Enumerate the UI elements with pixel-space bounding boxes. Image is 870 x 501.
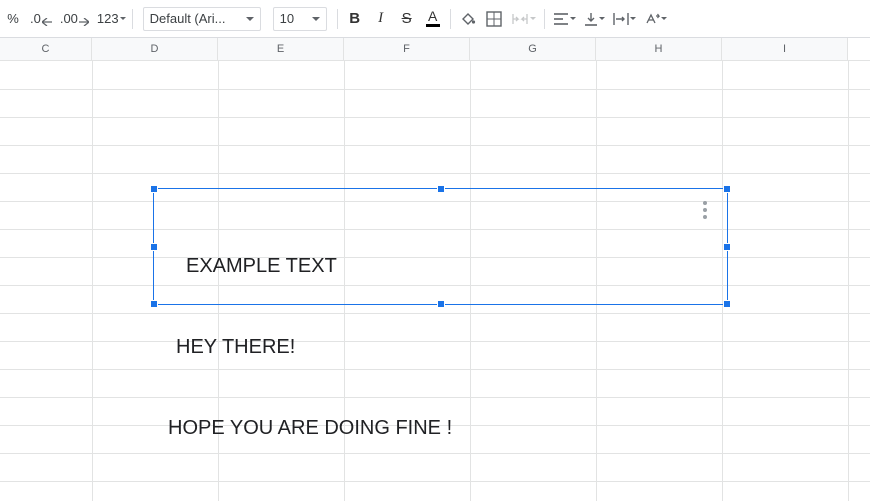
column-header-cell[interactable]: D bbox=[92, 38, 218, 60]
resize-handle-e[interactable] bbox=[723, 243, 731, 251]
resize-handle-sw[interactable] bbox=[150, 300, 158, 308]
italic-label: I bbox=[378, 10, 383, 27]
vertical-align-button[interactable] bbox=[580, 6, 609, 32]
percent-format-label: % bbox=[7, 11, 19, 26]
font-name-select[interactable]: Default (Ari... bbox=[143, 7, 261, 31]
decrease-decimal-label: .0 bbox=[30, 11, 41, 26]
column-header-cell[interactable]: I bbox=[722, 38, 848, 60]
strikethrough-button[interactable]: S bbox=[394, 6, 420, 32]
textbox-more-menu-button[interactable] bbox=[697, 199, 713, 221]
horizontal-align-button[interactable] bbox=[549, 6, 580, 32]
textbox-content: EXAMPLE TEXT HEY THERE! HOPE YOU ARE DOI… bbox=[154, 189, 727, 501]
arrow-left-icon bbox=[42, 18, 52, 26]
text-wrap-icon bbox=[613, 12, 629, 26]
textbox-line-2: HEY THERE! bbox=[168, 334, 713, 361]
borders-button[interactable] bbox=[481, 6, 507, 32]
borders-icon bbox=[486, 11, 502, 27]
font-size-label: 10 bbox=[280, 11, 294, 26]
kebab-dot-icon bbox=[703, 215, 707, 219]
column-header-cell[interactable]: C bbox=[0, 38, 92, 60]
resize-handle-nw[interactable] bbox=[150, 185, 158, 193]
decrease-decimal-button[interactable]: .0 bbox=[26, 6, 56, 32]
arrow-right-icon bbox=[79, 18, 89, 26]
percent-format-button[interactable]: % bbox=[0, 6, 26, 32]
textbox-line-3: HOPE YOU ARE DOING FINE ! bbox=[168, 415, 713, 442]
separator bbox=[450, 9, 451, 29]
chevron-down-icon bbox=[630, 17, 636, 20]
separator bbox=[132, 9, 133, 29]
separator bbox=[544, 9, 545, 29]
resize-handle-n[interactable] bbox=[437, 185, 445, 193]
selected-textbox[interactable]: EXAMPLE TEXT HEY THERE! HOPE YOU ARE DOI… bbox=[153, 188, 728, 305]
kebab-dot-icon bbox=[703, 201, 707, 205]
chevron-down-icon bbox=[312, 17, 320, 21]
paint-bucket-icon bbox=[459, 10, 477, 28]
kebab-dot-icon bbox=[703, 208, 707, 212]
merge-cells-icon bbox=[511, 11, 529, 27]
text-wrap-button[interactable] bbox=[609, 6, 640, 32]
font-name-label: Default (Ari... bbox=[150, 11, 226, 26]
text-color-swatch bbox=[426, 24, 440, 27]
chevron-down-icon bbox=[599, 17, 605, 20]
column-header-cell[interactable]: G bbox=[470, 38, 596, 60]
text-rotation-icon bbox=[644, 12, 660, 26]
more-formats-label: 123 bbox=[97, 11, 119, 26]
bold-label: B bbox=[349, 10, 360, 27]
text-color-button[interactable]: A bbox=[420, 6, 446, 32]
column-header-cell[interactable]: F bbox=[344, 38, 470, 60]
chevron-down-icon bbox=[120, 17, 126, 20]
text-color-label: A bbox=[428, 10, 437, 23]
italic-button[interactable]: I bbox=[368, 6, 394, 32]
font-size-select[interactable]: 10 bbox=[273, 7, 327, 31]
chevron-down-icon bbox=[661, 17, 667, 20]
strikethrough-label: S bbox=[402, 10, 412, 27]
fill-color-button[interactable] bbox=[455, 6, 481, 32]
column-header-row: CDEFGHI bbox=[0, 38, 870, 61]
separator bbox=[337, 9, 338, 29]
textbox-line-1: EXAMPLE TEXT bbox=[168, 253, 713, 280]
chevron-down-icon bbox=[530, 17, 536, 20]
spreadsheet-grid[interactable]: EXAMPLE TEXT HEY THERE! HOPE YOU ARE DOI… bbox=[0, 61, 870, 501]
column-header-cell[interactable]: H bbox=[596, 38, 722, 60]
chevron-down-icon bbox=[570, 17, 576, 20]
column-header-cell[interactable]: E bbox=[218, 38, 344, 60]
bold-button[interactable]: B bbox=[342, 6, 368, 32]
vertical-align-bottom-icon bbox=[584, 12, 598, 26]
increase-decimal-label: .00 bbox=[60, 11, 78, 26]
increase-decimal-button[interactable]: .00 bbox=[56, 6, 93, 32]
align-left-icon bbox=[553, 12, 569, 26]
resize-handle-w[interactable] bbox=[150, 243, 158, 251]
resize-handle-se[interactable] bbox=[723, 300, 731, 308]
text-rotation-button[interactable] bbox=[640, 6, 671, 32]
resize-handle-s[interactable] bbox=[437, 300, 445, 308]
chevron-down-icon bbox=[246, 17, 254, 21]
resize-handle-ne[interactable] bbox=[723, 185, 731, 193]
more-formats-button[interactable]: 123 bbox=[93, 6, 128, 32]
merge-cells-button[interactable] bbox=[507, 6, 540, 32]
toolbar: % .0 .00 123 Default (Ari... 10 B I S A bbox=[0, 0, 870, 38]
